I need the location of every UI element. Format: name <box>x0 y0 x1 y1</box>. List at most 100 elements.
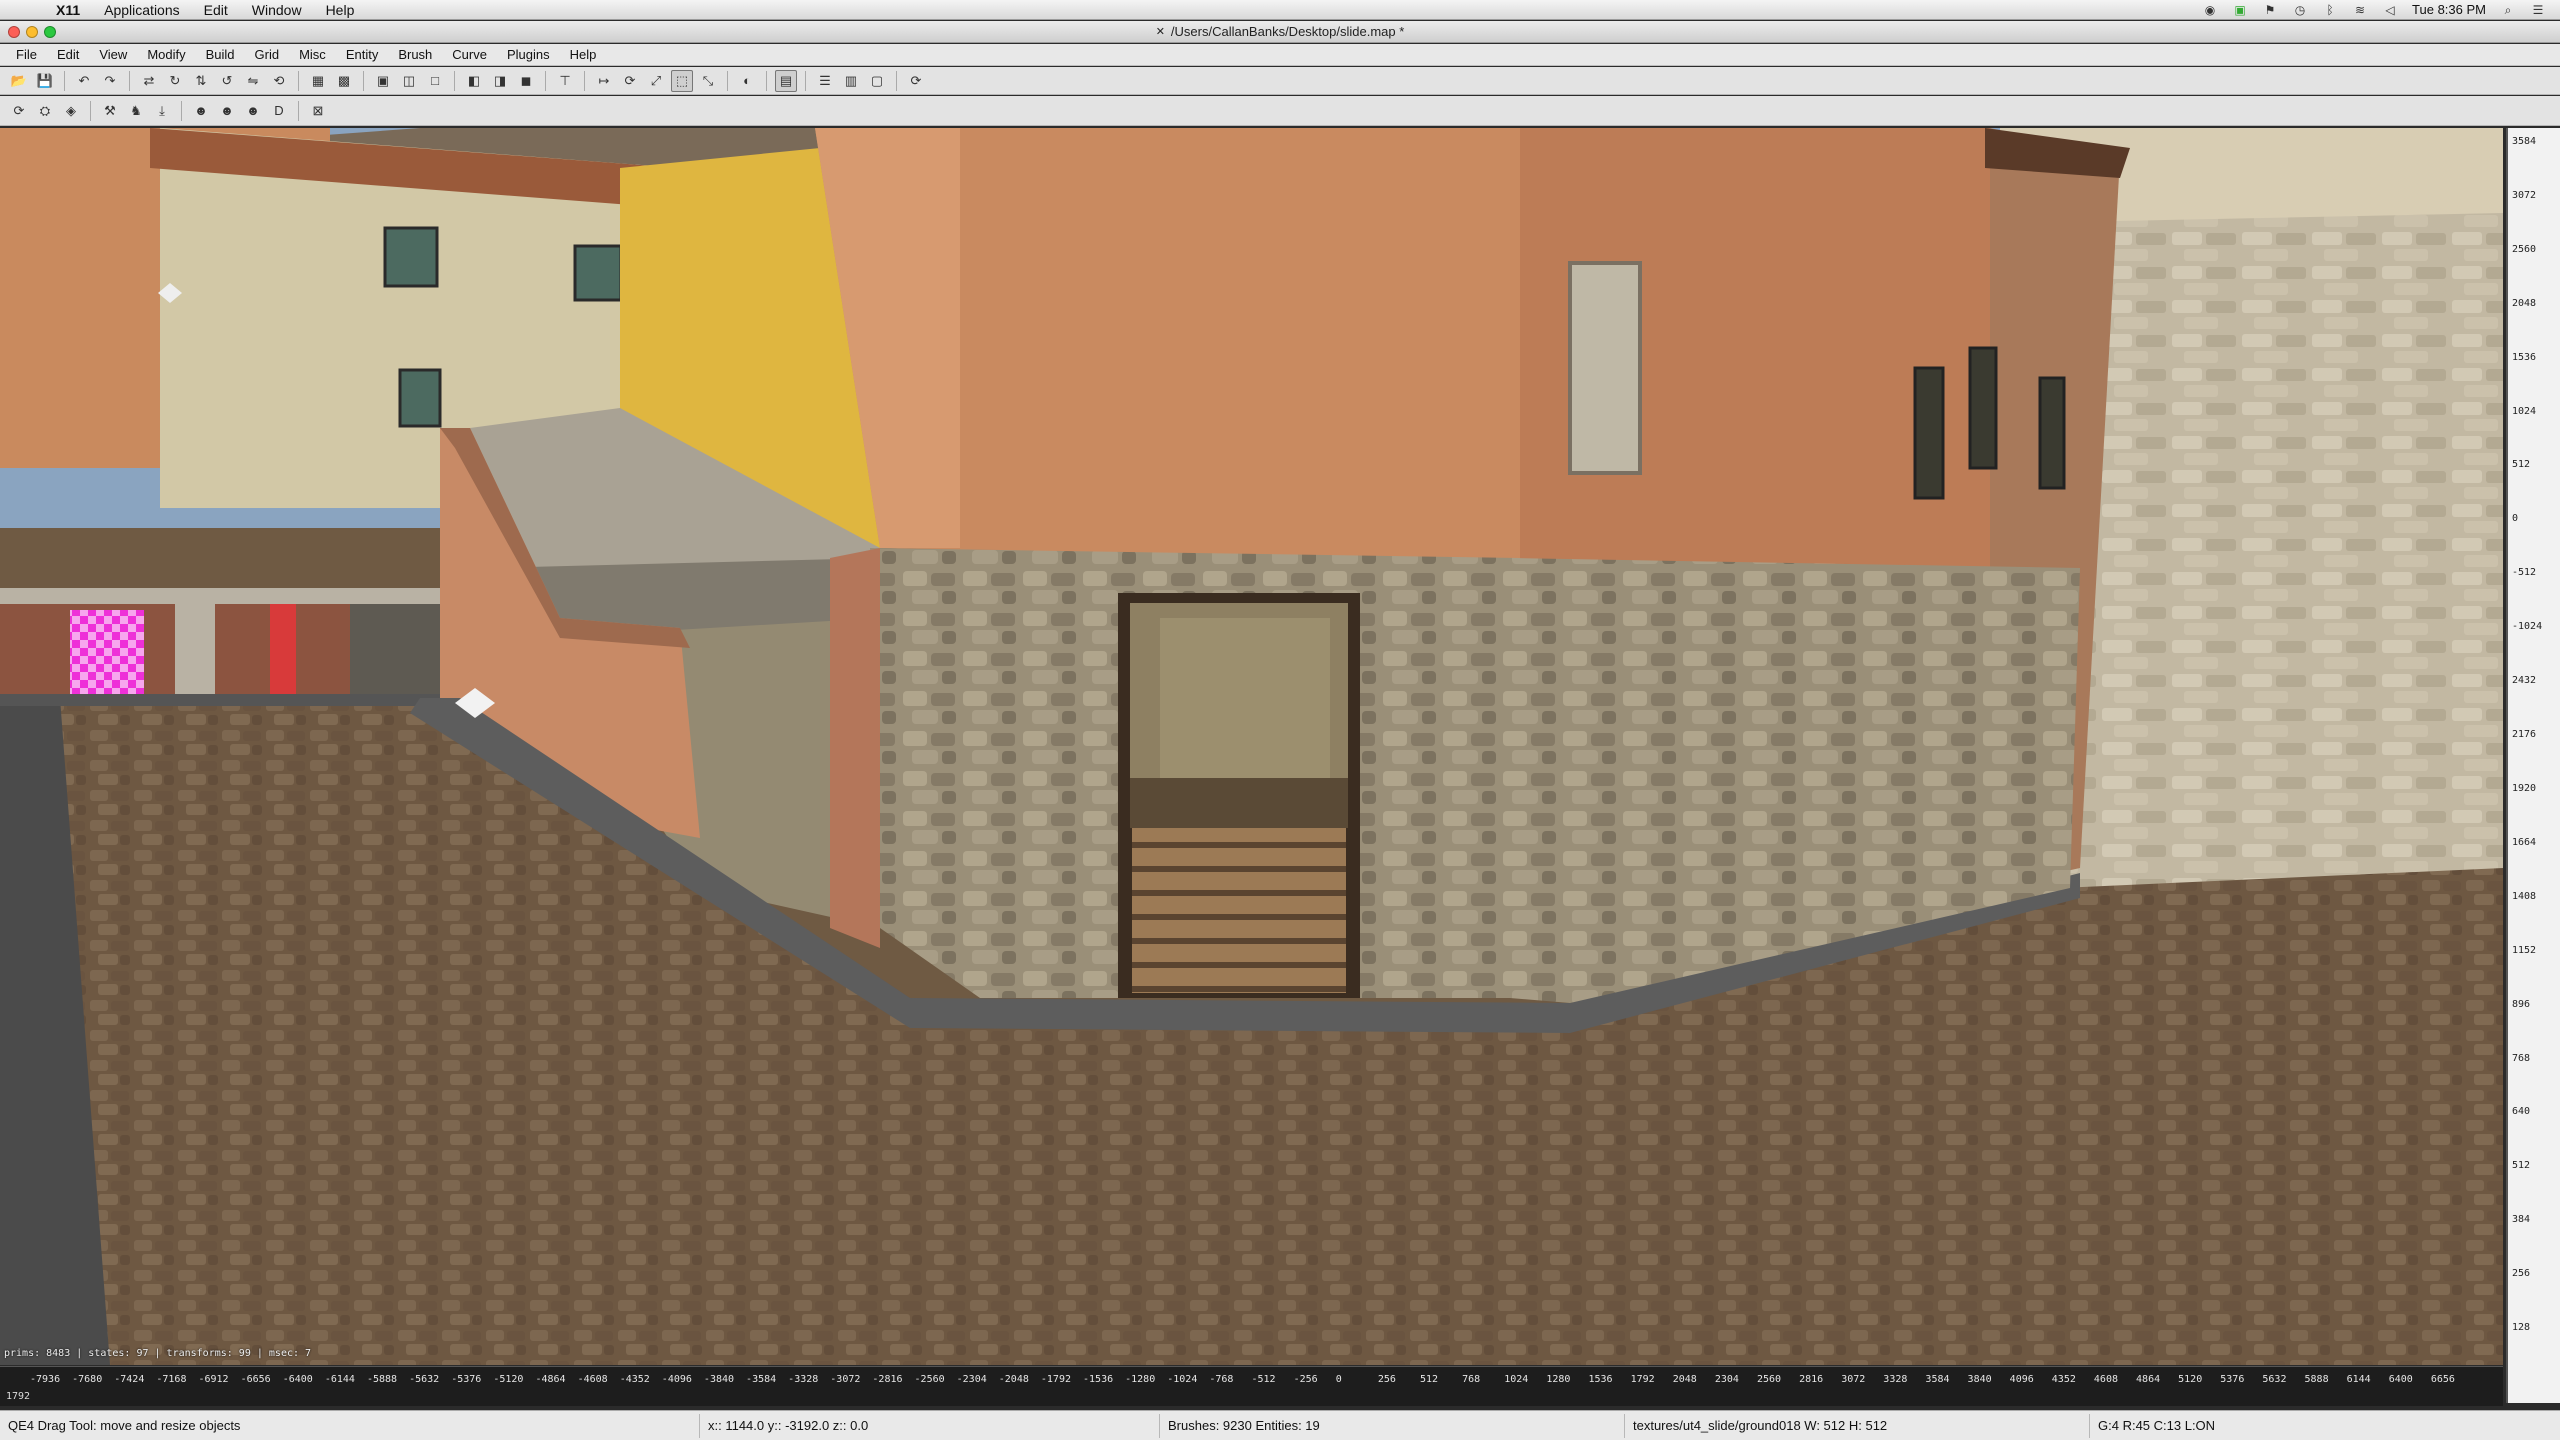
time-machine-icon[interactable]: ◷ <box>2292 3 2308 17</box>
scene-render <box>0 128 2503 1365</box>
z-axis-label: 3584 <box>2512 136 2537 147</box>
flip-y-icon[interactable]: ⇅ <box>190 70 212 92</box>
status-flag-icon[interactable]: ⚑ <box>2262 3 2278 17</box>
app-menu-misc[interactable]: Misc <box>289 47 336 62</box>
clipper-icon[interactable]: ⊤ <box>554 70 576 92</box>
toolbar-separator <box>454 70 455 91</box>
xy-view-ruler[interactable]: 1792 -7936 -7680 -7424 -7168 -6912 -6656 -6400… <box>0 1366 2503 1406</box>
app-menu-help[interactable]: Help <box>560 47 607 62</box>
rotate-x-icon[interactable]: ↻ <box>164 70 186 92</box>
ruler-tick-label: -7168 <box>156 1374 187 1385</box>
rotate-icon[interactable]: ⟳ <box>619 70 641 92</box>
missing-texture-placeholder <box>70 610 144 700</box>
z-axis-label: 512 <box>2512 1160 2531 1172</box>
app-menu-plugins[interactable]: Plugins <box>497 47 560 62</box>
plugin-shader-icon[interactable]: ◈ <box>60 100 82 122</box>
z-axis-label: 256 <box>2512 1268 2531 1280</box>
ruler-tick-label: 6400 <box>2388 1374 2413 1385</box>
menu-help[interactable]: Help <box>314 2 367 18</box>
select-inside-icon[interactable]: ▦ <box>307 70 329 92</box>
spotlight-search-icon[interactable]: ⌕ <box>2500 3 2516 17</box>
resize-icon[interactable]: ⤡ <box>697 70 719 92</box>
surface-inspector-icon[interactable]: ▥ <box>840 70 862 92</box>
menu-window[interactable]: Window <box>240 2 314 18</box>
z-axis-label: 3072 <box>2512 189 2537 201</box>
ruler-tick-label: -2048 <box>998 1374 1029 1385</box>
rotate-y-icon[interactable]: ↺ <box>216 70 238 92</box>
ruler-tick-label: 4096 <box>2009 1374 2034 1385</box>
main-toolbar: 📂 💾 ↶ ↷ ⇄ ↻ ⇅ ↺ ⇋ ⟲ ▦ ▩ ▣ ◫ □ ◧ ◨ ◼ ⊤ ↦ ⟳ ⤢ ⬚ ⤡ ◐ ▤ ☰ ▥ ▢ ⟳ <box>0 67 2560 95</box>
z-view-panel[interactable]: 3584 3072 2560 2048 1536 1024 512 0 -512 -1024 243… <box>2506 128 2560 1403</box>
toolbar-separator <box>727 70 728 91</box>
view-single-icon[interactable]: □ <box>424 70 446 92</box>
rotate-z-icon[interactable]: ⟲ <box>268 70 290 92</box>
wifi-icon[interactable]: ≋ <box>2352 3 2368 17</box>
view-change-icon[interactable]: ◫ <box>398 70 420 92</box>
undo-icon[interactable]: ↶ <box>73 70 95 92</box>
app-menu-build[interactable]: Build <box>196 47 245 62</box>
menu-edit[interactable]: Edit <box>192 2 240 18</box>
app-menu-view[interactable]: View <box>89 47 137 62</box>
ruler-tick-label: -7680 <box>72 1374 103 1385</box>
plugin-cat-1-icon[interactable]: ☻ <box>190 100 212 122</box>
hollow-icon[interactable]: ◼ <box>515 70 537 92</box>
open-icon[interactable]: 📂 <box>8 70 30 92</box>
csg-subtract-icon[interactable]: ◧ <box>463 70 485 92</box>
ruler-tick-label: 512 <box>1419 1374 1439 1385</box>
close-window-button[interactable] <box>8 26 20 38</box>
zoom-window-button[interactable] <box>44 26 56 38</box>
app-menu-entity[interactable]: Entity <box>336 47 389 62</box>
app-menu-curve[interactable]: Curve <box>442 47 497 62</box>
scale-icon[interactable]: ⤢ <box>645 70 667 92</box>
z-axis-label: 1920 <box>2512 782 2537 794</box>
entity-list-icon[interactable]: ☰ <box>814 70 836 92</box>
plugin-cat-2-icon[interactable]: ☻ <box>216 100 238 122</box>
minimize-window-button[interactable] <box>26 26 38 38</box>
bluetooth-icon[interactable]: ᛒ <box>2322 3 2338 17</box>
plugin-d-icon[interactable]: D <box>268 100 290 122</box>
clock[interactable]: Tue 8:36 PM <box>2412 2 2486 17</box>
select-touching-icon[interactable]: ▩ <box>333 70 355 92</box>
z-axis-label: 640 <box>2512 1106 2531 1118</box>
view-xy-icon[interactable]: ▣ <box>372 70 394 92</box>
toolbar-separator <box>298 70 299 91</box>
plugin-bobtoolz-icon[interactable]: ⚒ <box>99 100 121 122</box>
volume-icon[interactable]: ◁ <box>2382 3 2398 17</box>
save-icon[interactable]: 💾 <box>34 70 56 92</box>
ruler-tick-label: 5632 <box>2262 1374 2287 1385</box>
patch-icon[interactable]: ◐ <box>736 70 758 92</box>
camera-viewport[interactable]: prims: 8483 | states: 97 | transforms: 9… <box>0 128 2503 1365</box>
z-axis-label: 1664 <box>2512 836 2537 848</box>
app-menu-edit[interactable]: Edit <box>47 47 89 62</box>
z-axis-label: 1024 <box>2512 405 2537 417</box>
status-green-icon[interactable]: ▣ <box>2232 3 2248 17</box>
plugin-cancel-icon[interactable]: ⊠ <box>307 100 329 122</box>
app-menu-grid[interactable]: Grid <box>245 47 290 62</box>
translate-icon[interactable]: ↦ <box>593 70 615 92</box>
ruler-tick-label: 5376 <box>2220 1374 2245 1385</box>
view-z-icon[interactable]: ▢ <box>866 70 888 92</box>
plugin-refresh-icon[interactable]: ⟳ <box>8 100 30 122</box>
plugin-model-icon[interactable]: ♞ <box>125 100 147 122</box>
ruler-tick-label: -256 <box>1293 1374 1318 1385</box>
app-menu-brush[interactable]: Brush <box>388 47 442 62</box>
mac-menubar: X11 Applications Edit Window Help ◉ ▣ ⚑ … <box>0 0 2560 20</box>
z-axis-label: 2560 <box>2512 243 2537 255</box>
flip-x-icon[interactable]: ⇄ <box>138 70 160 92</box>
refresh-icon[interactable]: ⟳ <box>905 70 927 92</box>
plugin-drop-icon[interactable]: ⤓ <box>151 100 173 122</box>
flip-z-icon[interactable]: ⇋ <box>242 70 264 92</box>
menu-app-name[interactable]: X11 <box>44 2 92 18</box>
ruler-tick-label: -6144 <box>324 1374 355 1385</box>
status-app-icon[interactable]: ◉ <box>2202 3 2218 17</box>
app-menu-modify[interactable]: Modify <box>137 47 195 62</box>
plugin-cat-3-icon[interactable]: ☻ <box>242 100 264 122</box>
notification-center-icon[interactable]: ☰ <box>2530 3 2546 17</box>
csg-merge-icon[interactable]: ◨ <box>489 70 511 92</box>
plugin-prefab-icon[interactable]: ⛭ <box>34 100 56 122</box>
menu-applications[interactable]: Applications <box>92 2 192 18</box>
app-menu-file[interactable]: File <box>6 47 47 62</box>
redo-icon[interactable]: ↷ <box>99 70 121 92</box>
texture-lock-icon[interactable]: ▤ <box>775 69 797 92</box>
drag-tool-icon[interactable]: ⬚ <box>671 69 693 92</box>
